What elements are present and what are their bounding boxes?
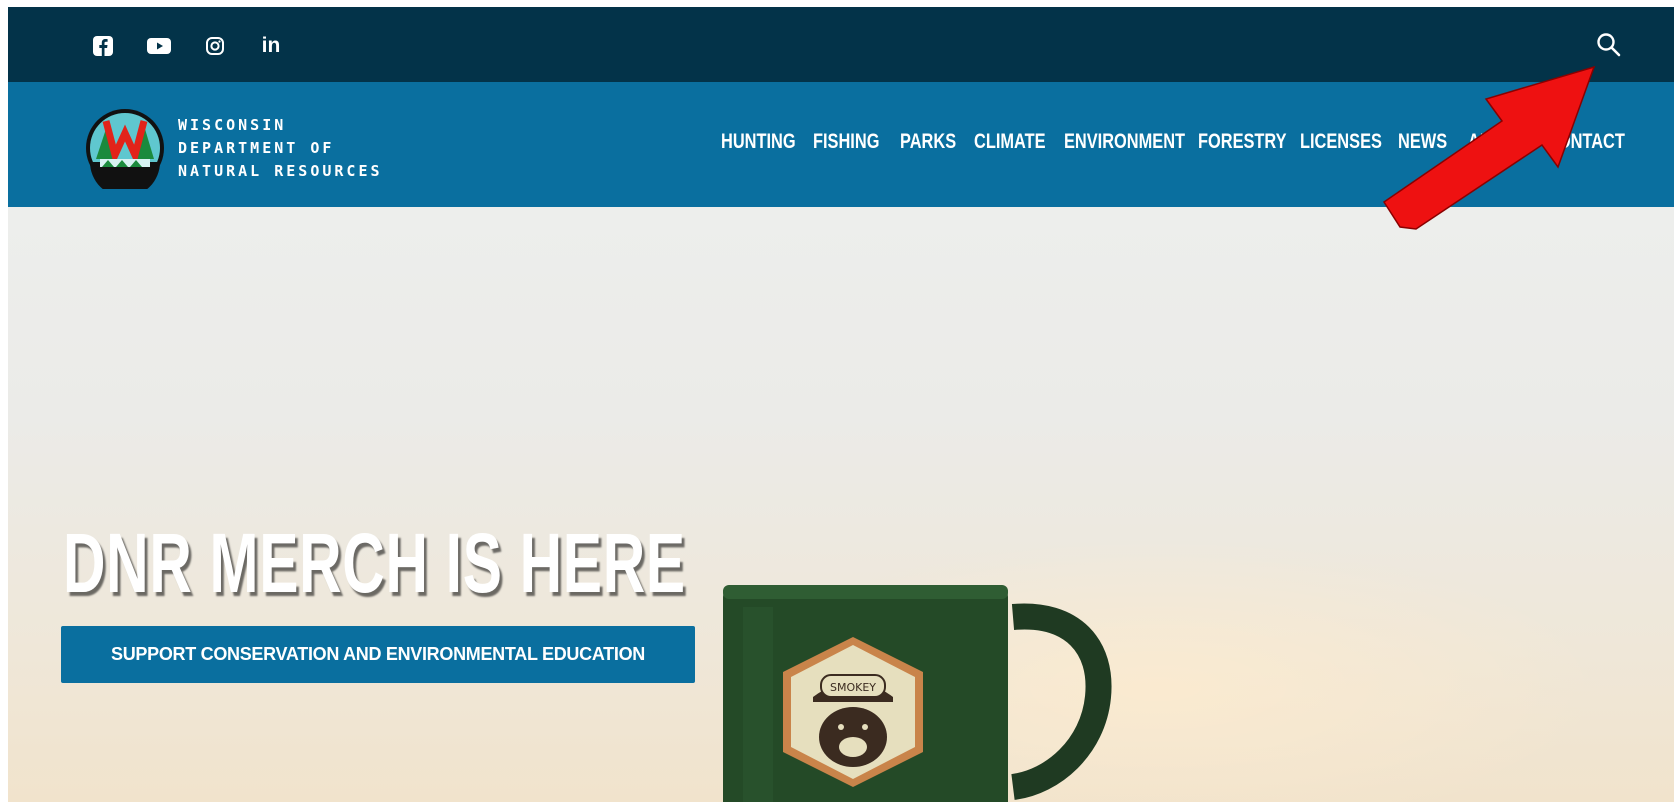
instagram-icon[interactable] xyxy=(202,33,228,59)
youtube-icon[interactable] xyxy=(146,33,172,59)
dnr-emblem-icon xyxy=(86,109,164,189)
nav-item-licenses[interactable]: LICENSES xyxy=(1300,130,1382,154)
search-icon[interactable] xyxy=(1595,31,1623,59)
red-annotation-arrow xyxy=(1382,65,1596,230)
facebook-icon[interactable] xyxy=(90,33,116,59)
linkedin-icon[interactable]: in xyxy=(258,33,284,59)
nav-item-environment[interactable]: ENVIRONMENT xyxy=(1064,130,1185,154)
nav-item-fishing[interactable]: FISHING xyxy=(813,130,879,154)
support-conservation-button[interactable]: SUPPORT CONSERVATION AND ENVIRONMENTAL E… xyxy=(61,626,695,683)
logo-line-3: NATURAL RESOURCES xyxy=(178,161,383,180)
mug-badge-text: SMOKEY xyxy=(830,681,876,694)
logo-line-1: WISCONSIN xyxy=(178,115,287,134)
logo-line-2: DEPARTMENT OF xyxy=(178,138,335,157)
page-frame: in WISCONSIN DEPARTMENT OF NATURAL RESOU… xyxy=(8,7,1674,802)
nav-item-hunting[interactable]: HUNTING xyxy=(721,130,796,154)
smokey-mug-image: SMOKEY xyxy=(723,585,1112,802)
nav-item-forestry[interactable]: FORESTRY xyxy=(1198,130,1287,154)
hero-title: DNR MERCH IS HERE xyxy=(63,516,686,610)
social-links: in xyxy=(90,33,314,59)
nav-item-parks[interactable]: PARKS xyxy=(900,130,956,154)
nav-item-climate[interactable]: CLIMATE xyxy=(974,130,1046,154)
logo-wordmark: WISCONSIN DEPARTMENT OF NATURAL RESOURCE… xyxy=(178,114,383,183)
hero-banner: SMOKEY DNR MERCH IS HERE SUPPORT CONSERV… xyxy=(8,207,1674,802)
dnr-logo[interactable]: WISCONSIN DEPARTMENT OF NATURAL RESOURCE… xyxy=(84,107,383,189)
